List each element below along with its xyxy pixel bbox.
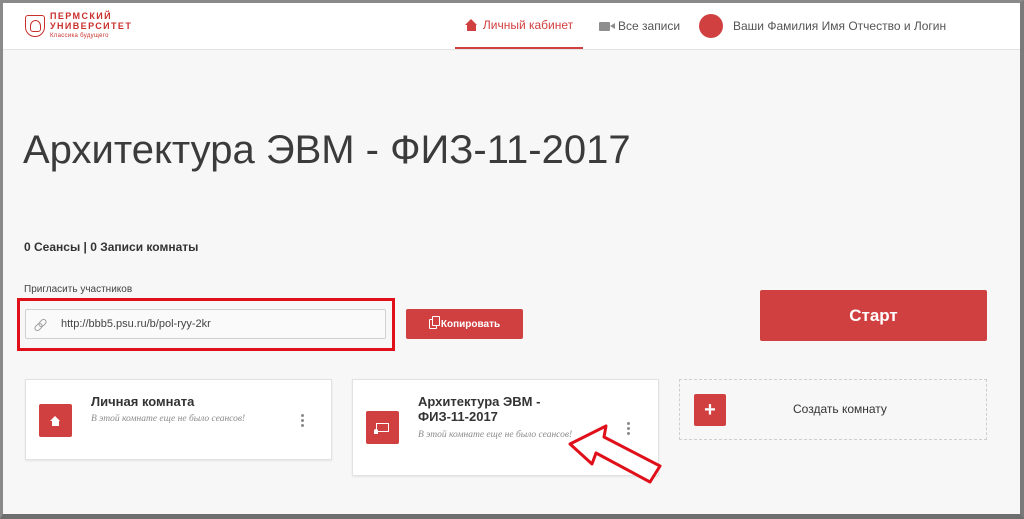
room-stats: 0 Сеансы | 0 Записи комнаты bbox=[24, 240, 199, 254]
nav-personal-cabinet[interactable]: Личный кабинет bbox=[455, 3, 583, 49]
copy-icon bbox=[428, 316, 440, 329]
room-card-title: Архитектура ЭВМ - ФИЗ-11-2017 bbox=[418, 394, 541, 424]
room-card-title: Личная комната bbox=[91, 394, 195, 409]
nav-all-records-label: Все записи bbox=[618, 19, 681, 33]
plus-icon: + bbox=[694, 394, 726, 426]
invite-participants-label: Пригласить участников bbox=[24, 284, 133, 295]
logo-emblem-icon bbox=[25, 14, 45, 37]
video-camera-icon bbox=[599, 21, 615, 31]
home-icon bbox=[50, 415, 61, 426]
nav-personal-cabinet-label: Личный кабинет bbox=[482, 18, 574, 32]
presentation-icon bbox=[374, 423, 389, 434]
top-navbar: ПЕРМСКИЙ УНИВЕРСИТЕТ Классика будущего Л… bbox=[3, 3, 1020, 50]
avatar bbox=[699, 14, 723, 38]
page-title: Архитектура ЭВМ - ФИЗ-11-2017 bbox=[23, 128, 631, 172]
nav-user-menu[interactable]: Ваши Фамилия Имя Отчество и Логин bbox=[699, 3, 946, 49]
home-icon bbox=[464, 19, 478, 31]
more-options-icon[interactable] bbox=[301, 414, 305, 427]
annotation-arrow-icon bbox=[568, 424, 662, 484]
logo-line2: УНИВЕРСИТЕТ bbox=[50, 21, 133, 31]
logo-tagline: Классика будущего bbox=[50, 33, 109, 39]
start-button-label: Старт bbox=[849, 305, 898, 325]
annotation-highlight-box bbox=[17, 298, 395, 351]
room-card-icon bbox=[39, 404, 72, 437]
create-room-label: Создать комнату bbox=[793, 402, 887, 416]
logo-line1: ПЕРМСКИЙ bbox=[50, 11, 112, 21]
room-card-icon bbox=[366, 411, 399, 444]
nav-all-records[interactable]: Все записи bbox=[599, 3, 680, 49]
start-button[interactable]: Старт bbox=[760, 290, 987, 341]
copy-button[interactable]: Копировать bbox=[406, 309, 523, 339]
copy-button-label: Копировать bbox=[440, 318, 501, 330]
room-card-personal[interactable]: Личная комната В этой комнате еще не был… bbox=[25, 379, 332, 460]
university-logo[interactable]: ПЕРМСКИЙ УНИВЕРСИТЕТ Классика будущего bbox=[25, 12, 132, 39]
user-name: Ваши Фамилия Имя Отчество и Логин bbox=[733, 19, 947, 33]
room-card-subtitle: В этой комнате еще не было сеансов! bbox=[91, 414, 246, 424]
room-card-subtitle: В этой комнате еще не было сеансов! bbox=[418, 430, 573, 440]
create-room-card[interactable]: + Создать комнату bbox=[679, 379, 987, 440]
